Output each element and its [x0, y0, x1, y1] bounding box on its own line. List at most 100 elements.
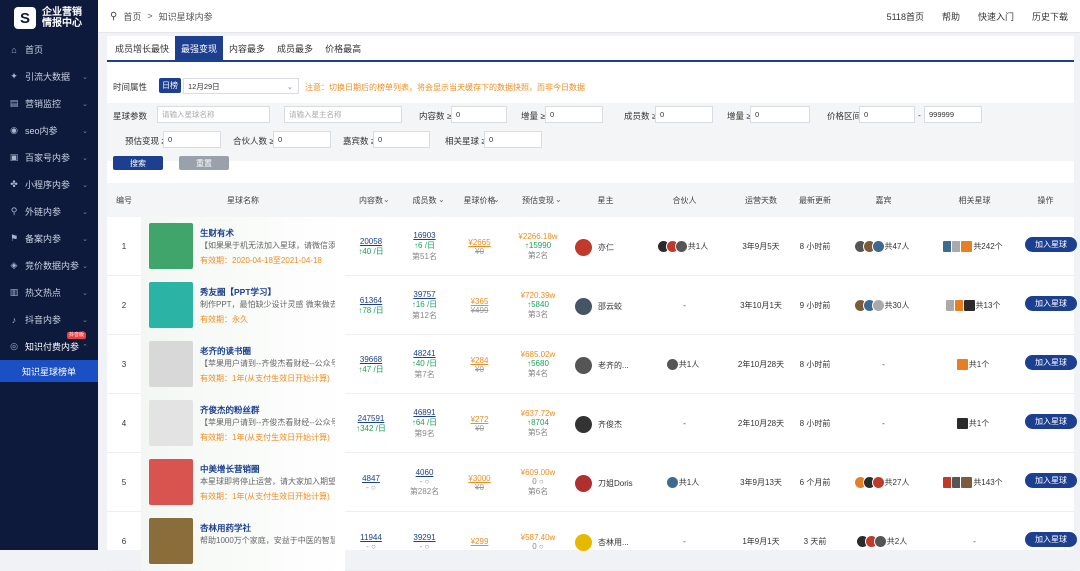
partner-list[interactable]: -	[683, 301, 686, 310]
planet-name[interactable]: 老齐的读书圈	[200, 345, 251, 357]
planet-thumbnail[interactable]	[149, 518, 193, 564]
content-input[interactable]: 0	[451, 106, 507, 123]
column-header[interactable]: 运营天数	[727, 183, 795, 217]
member-count[interactable]: 39291	[413, 533, 435, 542]
planet-thumbnail[interactable]	[149, 400, 193, 446]
planet-price[interactable]: ¥365	[471, 297, 489, 306]
inc-input[interactable]: 0	[545, 106, 603, 123]
related-list[interactable]: 共1个	[955, 358, 989, 371]
sidebar-item[interactable]: ✦ 引流大数据 ⌄	[0, 63, 98, 90]
sort-icon[interactable]: ⌄	[555, 195, 562, 204]
planet-price[interactable]: ¥272	[471, 415, 489, 424]
related-list[interactable]: 共143个	[942, 476, 1003, 489]
planet-price[interactable]: ¥2665	[468, 238, 490, 247]
planet-price[interactable]: ¥284	[471, 356, 489, 365]
member-count[interactable]: 39757	[413, 290, 435, 299]
sidebar-item[interactable]: ◉ seo内参 ⌄	[0, 117, 98, 144]
sidebar-item[interactable]: ⚲ 外链内参 ⌄	[0, 198, 98, 225]
column-header[interactable]: 最新更新	[795, 183, 835, 217]
tab-5[interactable]: 价格最高	[319, 36, 367, 60]
planet-name[interactable]: 中美增长营销圈	[200, 463, 260, 475]
planet-thumbnail[interactable]	[149, 341, 193, 387]
guest-list[interactable]: -	[882, 360, 885, 369]
member-count[interactable]: 16903	[413, 231, 435, 240]
related-list[interactable]: 共1个	[955, 417, 989, 430]
sort-icon[interactable]: ⌄	[383, 195, 390, 204]
sidebar-item[interactable]: ▣ 百家号内参 ⌄	[0, 144, 98, 171]
sidebar-item[interactable]: ◎ 知识付费内参 抖音版 ⌃	[0, 332, 98, 360]
est-input[interactable]: 0	[163, 131, 221, 148]
owner[interactable]: 杏林用...	[575, 534, 629, 551]
planet-price[interactable]: ¥299	[471, 537, 489, 546]
sidebar-item[interactable]: ♪ 抖音内参 ⌄	[0, 306, 98, 333]
logo[interactable]: S 企业营销 情报中心	[0, 0, 98, 36]
content-count[interactable]: 61364	[360, 296, 382, 305]
partner-list[interactable]: -	[683, 537, 686, 546]
guest-list[interactable]: -	[882, 419, 885, 428]
partner-list[interactable]: 共1人	[665, 358, 699, 371]
top-nav-link[interactable]: 帮助	[942, 10, 960, 23]
owner-name-input[interactable]: 请输入星主名称	[284, 106, 402, 123]
tab-3[interactable]: 内容最多	[223, 36, 271, 60]
related-list[interactable]: -	[973, 537, 976, 546]
content-count[interactable]: 247591	[358, 414, 385, 423]
top-nav-link[interactable]: 历史下载	[1032, 10, 1068, 23]
sidebar-item[interactable]: ◈ 竞价数据内参 ⌄	[0, 252, 98, 279]
join-button[interactable]: 加入星球	[1025, 296, 1077, 311]
member-count[interactable]: 48241	[413, 349, 435, 358]
tab-1[interactable]: 成员增长最快	[109, 36, 175, 60]
join-button[interactable]: 加入星球	[1025, 414, 1077, 429]
date-select[interactable]: 12月29日 ⌄	[183, 78, 299, 94]
guest-list[interactable]: 共47人	[853, 240, 909, 253]
owner[interactable]: 齐俊杰	[575, 416, 622, 433]
sort-icon[interactable]: ⌄	[438, 195, 445, 204]
sidebar-item[interactable]: ⌂ 首页	[0, 36, 98, 63]
reset-button[interactable]: 重置	[179, 156, 229, 170]
owner[interactable]: 刀姐Doris	[575, 475, 633, 492]
guest-list[interactable]: 共27人	[853, 476, 909, 489]
partner-list[interactable]: -	[683, 419, 686, 428]
price-min-input[interactable]: 0	[859, 106, 915, 123]
partner-input[interactable]: 0	[273, 131, 331, 148]
sort-icon[interactable]: ⌄	[493, 195, 500, 204]
owner[interactable]: 老齐的...	[575, 357, 629, 374]
member-input[interactable]: 0	[655, 106, 713, 123]
content-count[interactable]: 11944	[360, 533, 382, 542]
sidebar-item[interactable]: ▥ 热文热点 ⌄	[0, 279, 98, 306]
content-count[interactable]: 39668	[360, 355, 382, 364]
search-button[interactable]: 搜索	[113, 156, 163, 170]
owner[interactable]: 邵云蛟	[575, 298, 622, 315]
tab-2[interactable]: 最强变现	[175, 36, 224, 60]
content-count[interactable]: 4847	[362, 474, 380, 483]
content-count[interactable]: 20058	[360, 237, 382, 246]
planet-name[interactable]: 秀友圈【PPT学习】	[200, 286, 276, 298]
planet-name-input[interactable]: 请输入星球名称	[157, 106, 270, 123]
planet-name[interactable]: 杏林用药学社	[200, 522, 251, 534]
planet-thumbnail[interactable]	[149, 282, 193, 328]
planet-name[interactable]: 齐俊杰的粉丝群	[200, 404, 260, 416]
planet-thumbnail[interactable]	[149, 223, 193, 269]
tab-4[interactable]: 成员最多	[271, 36, 319, 60]
guest-list[interactable]: 共30人	[853, 299, 909, 312]
sidebar-item[interactable]: ▤ 营销监控 ⌄	[0, 90, 98, 117]
sidebar-item[interactable]: ✤ 小程序内参 ⌄	[0, 171, 98, 198]
sidebar-subitem-planet-rank[interactable]: 知识星球榜单	[0, 360, 98, 382]
join-button[interactable]: 加入星球	[1025, 237, 1077, 252]
related-list[interactable]: 共242个	[942, 240, 1003, 253]
price-max-input[interactable]: 999999	[924, 106, 982, 123]
guest-input[interactable]: 0	[373, 131, 430, 148]
guest-list[interactable]: 共2人	[855, 535, 907, 548]
sidebar-item[interactable]: ⚑ 备案内参 ⌄	[0, 225, 98, 252]
top-nav-link[interactable]: 快速入门	[978, 10, 1014, 23]
planet-name[interactable]: 生财有术	[200, 227, 234, 239]
related-list[interactable]: 共13个	[944, 299, 1000, 312]
owner[interactable]: 亦仁	[575, 239, 614, 256]
time-type-button[interactable]: 日榜	[159, 78, 181, 93]
planet-thumbnail[interactable]	[149, 459, 193, 505]
join-button[interactable]: 加入星球	[1025, 473, 1077, 488]
member-count[interactable]: 46891	[413, 408, 435, 417]
related-input[interactable]: 0	[484, 131, 542, 148]
join-button[interactable]: 加入星球	[1025, 355, 1077, 370]
planet-price[interactable]: ¥3000	[468, 474, 490, 483]
partner-list[interactable]: 共1人	[656, 240, 708, 253]
